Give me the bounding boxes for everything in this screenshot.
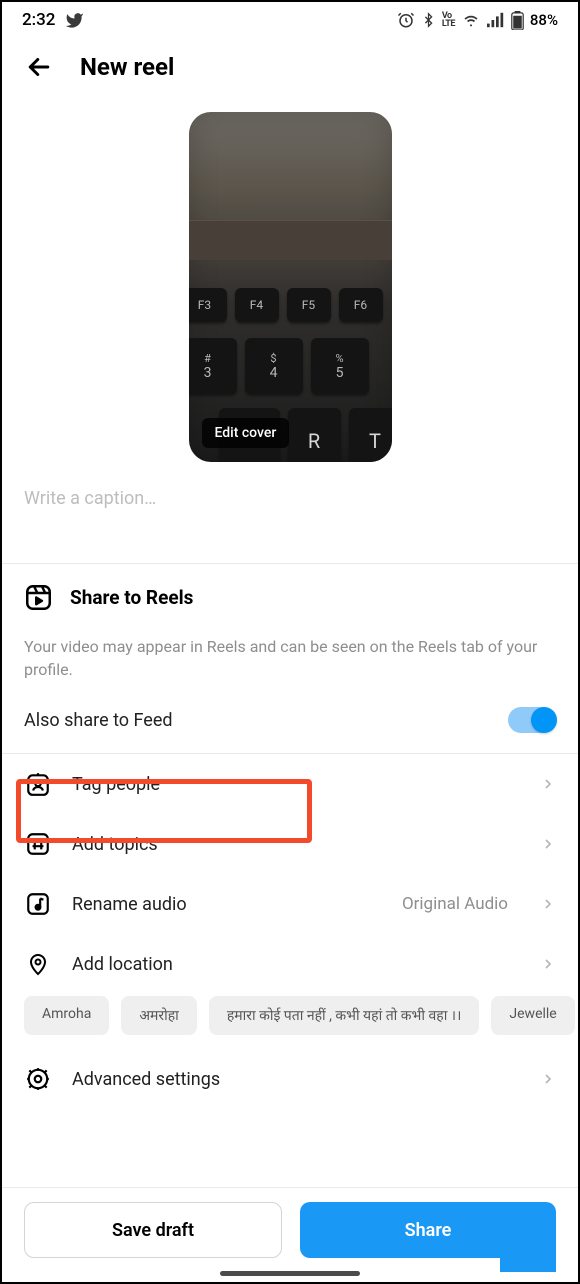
save-draft-button[interactable]: Save draft bbox=[24, 1202, 282, 1258]
tag-people-row[interactable]: Tag people bbox=[2, 754, 578, 814]
cover-thumbnail[interactable]: F3F4F5F6 #3 $4 %5 RT Edit cover bbox=[189, 112, 392, 462]
status-right: VoLTE 88% bbox=[397, 11, 558, 30]
battery-percent: 88% bbox=[530, 11, 558, 29]
reels-icon bbox=[25, 584, 52, 611]
share-to-feed-label: Also share to Feed bbox=[24, 710, 173, 731]
alarm-icon bbox=[397, 11, 415, 29]
page-title: New reel bbox=[80, 53, 174, 81]
location-chip[interactable]: हमारा कोई पता नहीं , कभी यहां तो कभी वहा… bbox=[209, 996, 480, 1035]
add-topics-row[interactable]: Add topics bbox=[2, 814, 578, 874]
rename-audio-label: Rename audio bbox=[72, 894, 382, 915]
add-location-row[interactable]: Add location bbox=[2, 934, 578, 994]
caption-input[interactable]: Write a caption… bbox=[2, 462, 578, 527]
share-to-reels-description: Your video may appear in Reels and can b… bbox=[2, 621, 578, 691]
add-location-label: Add location bbox=[72, 954, 520, 975]
location-chip[interactable]: Jewelle bbox=[491, 996, 574, 1035]
advanced-settings-label: Advanced settings bbox=[72, 1069, 520, 1090]
back-icon[interactable] bbox=[24, 52, 54, 82]
battery-icon bbox=[511, 11, 524, 30]
share-to-feed-row: Also share to Feed bbox=[2, 691, 578, 753]
status-left: 2:32 bbox=[22, 10, 84, 30]
header: New reel bbox=[2, 34, 578, 94]
settings-icon bbox=[25, 1066, 51, 1092]
audio-icon bbox=[25, 891, 51, 917]
share-button[interactable]: Share bbox=[300, 1202, 556, 1258]
chevron-right-icon bbox=[540, 836, 556, 852]
location-suggestions: Amroha अमरोहा हमारा कोई पता नहीं , कभी य… bbox=[2, 994, 578, 1049]
signal-icon bbox=[487, 12, 505, 28]
tag-people-icon bbox=[25, 771, 51, 797]
bluetooth-icon bbox=[421, 11, 436, 29]
share-to-reels-title: Share to Reels bbox=[70, 586, 193, 609]
chevron-right-icon bbox=[540, 956, 556, 972]
share-to-reels-section: Share to Reels bbox=[2, 564, 578, 621]
topics-icon bbox=[25, 831, 51, 857]
chevron-right-icon bbox=[540, 776, 556, 792]
wifi-icon bbox=[461, 12, 481, 28]
location-icon bbox=[26, 951, 50, 977]
chevron-right-icon bbox=[540, 1071, 556, 1087]
cover-thumbnail-wrap: F3F4F5F6 #3 $4 %5 RT Edit cover bbox=[2, 94, 578, 462]
volte-icon: VoLTE bbox=[442, 12, 455, 28]
twitter-icon bbox=[65, 11, 84, 30]
rename-audio-row[interactable]: Rename audio Original Audio bbox=[2, 874, 578, 934]
location-chip[interactable]: Amroha bbox=[24, 996, 109, 1035]
status-time: 2:32 bbox=[22, 10, 55, 30]
share-to-feed-toggle[interactable] bbox=[508, 707, 556, 733]
add-topics-label: Add topics bbox=[72, 834, 520, 855]
home-indicator bbox=[220, 1271, 360, 1276]
advanced-settings-row[interactable]: Advanced settings bbox=[2, 1049, 578, 1114]
tag-people-label: Tag people bbox=[72, 774, 520, 795]
rename-audio-value: Original Audio bbox=[402, 894, 508, 914]
chevron-right-icon bbox=[540, 896, 556, 912]
bottom-action-bar: Save draft Share bbox=[2, 1187, 578, 1282]
location-chip[interactable]: अमरोहा bbox=[121, 996, 196, 1035]
status-bar: 2:32 VoLTE 88% bbox=[2, 2, 578, 34]
edit-cover-button[interactable]: Edit cover bbox=[202, 418, 290, 448]
